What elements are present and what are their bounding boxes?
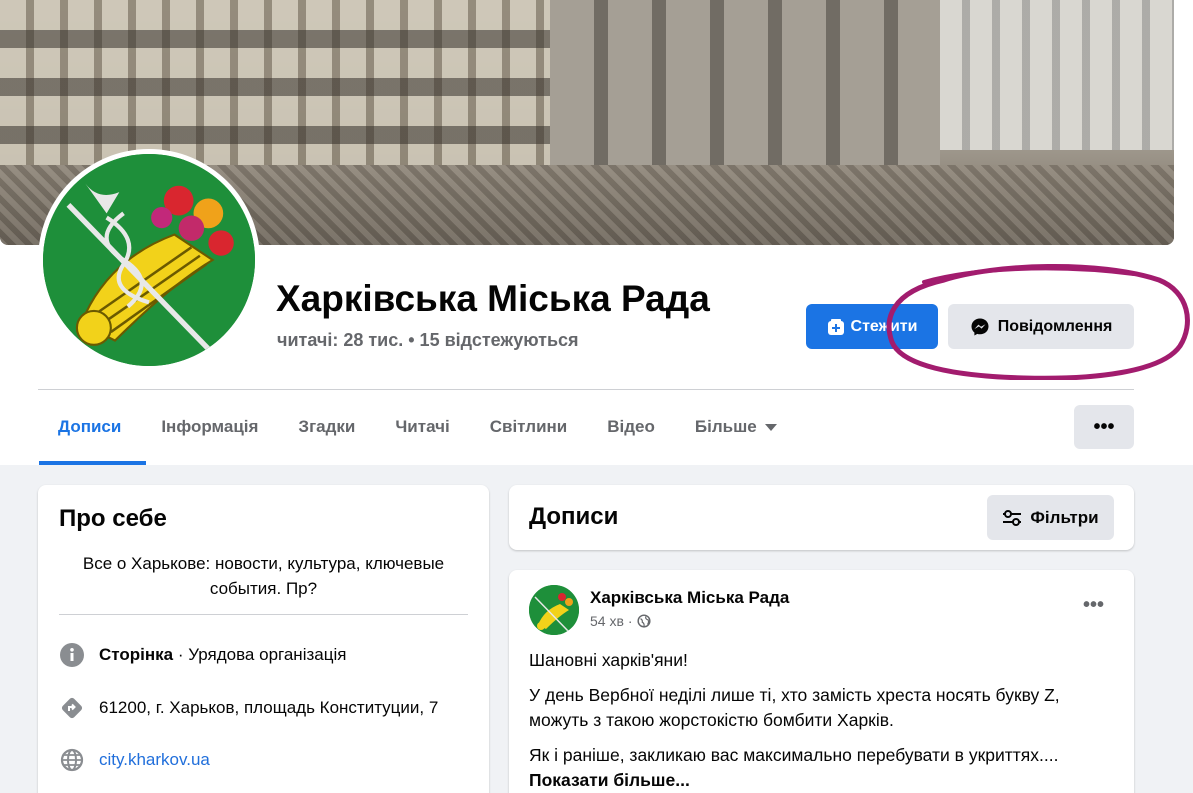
website-link[interactable]: city.kharkov.ua [99,750,210,770]
globe-icon [59,747,84,772]
address-text: 61200, г. Харьков, площадь Конституции, … [99,697,439,717]
about-card: Про себе Все о Харькове: новости, культу… [38,485,489,793]
category-label[interactable]: Сторінка [99,645,173,664]
tab-photos[interactable]: Світлини [470,405,588,449]
message-button[interactable]: Повідомлення [948,304,1134,349]
follow-icon [827,318,844,335]
page-stats[interactable]: читачі: 28 тис. • 15 відстежуються [277,330,579,351]
profile-header: Харківська Міська Рада читачі: 28 тис. •… [0,0,1193,465]
tab-videos[interactable]: Відео [587,405,675,449]
about-divider [59,614,468,615]
more-options-button[interactable]: ••• [1074,405,1134,449]
filter-sliders-icon [1003,509,1022,526]
post-greeting: Шановні харків'яни! [529,650,688,670]
info-icon [59,642,84,667]
tab-more[interactable]: Більше [675,405,797,449]
post-paragraph-1: У день Вербної неділі лише ті, хто заміс… [529,685,1060,730]
tab-posts[interactable]: Дописи [38,405,141,449]
post-body: Шановні харків'яни! У день Вербної неділ… [529,648,1119,793]
follow-label: Стежити [850,317,918,335]
post-paragraph-2: Як і раніше, закликаю вас максимально пе… [529,745,1059,765]
tab-mentions[interactable]: Згадки [278,405,375,449]
messenger-icon [971,318,989,335]
tab-info[interactable]: Інформація [141,405,278,449]
info-website: city.kharkov.ua [59,747,210,772]
tab-more-label: Більше [694,417,757,436]
meta-separator: · [627,613,633,629]
filters-label: Фільтри [1030,507,1099,527]
page-title: Харківська Міська Рада [276,278,710,319]
kharkiv-emblem-icon [529,585,579,635]
directions-icon [59,695,84,720]
post-author-name[interactable]: Харківська Міська Рада [590,588,789,608]
posts-title: Дописи [529,503,619,530]
info-address: 61200, г. Харьков, площадь Конституции, … [59,695,438,720]
post-card: Харківська Міська Рада 54 хв · ••• Шанов… [509,570,1134,793]
caret-down-icon [764,423,777,431]
active-tab-indicator [39,461,146,465]
about-title: Про себе [59,505,167,532]
message-label: Повідомлення [997,317,1113,335]
info-category: Сторінка · Урядова організація [59,642,346,667]
profile-avatar[interactable] [38,149,260,371]
post-time[interactable]: 54 хв [590,613,624,629]
posts-header-card: Дописи Фільтри [509,485,1134,550]
category-value: · Урядова організація [173,644,347,664]
filters-button[interactable]: Фільтри [987,495,1114,540]
post-menu-button[interactable]: ••• [1083,594,1104,617]
header-divider [38,389,1134,390]
post-meta: 54 хв · [590,613,651,629]
about-description: Все о Харькове: новости, культура, ключе… [82,554,445,598]
kharkiv-emblem-icon [43,154,255,366]
post-author-avatar[interactable] [529,585,579,635]
public-globe-icon [637,614,651,628]
page-tabs: Дописи Інформація Згадки Читачі Світлини… [38,405,797,465]
tab-followers[interactable]: Читачі [375,405,469,449]
show-more-link[interactable]: Показати більше... [529,768,1119,793]
follow-button[interactable]: Стежити [806,304,938,349]
